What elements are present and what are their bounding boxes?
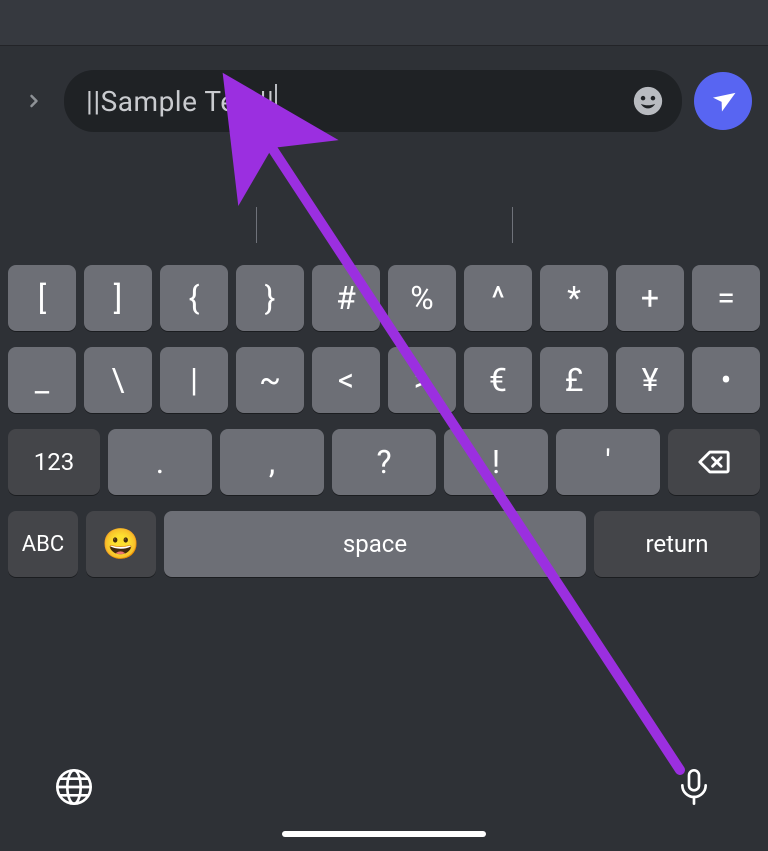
key-brace-open[interactable]: { xyxy=(160,265,228,331)
key-question[interactable]: ? xyxy=(332,429,436,495)
suggestion-divider xyxy=(256,207,257,243)
key-abc[interactable]: ABC xyxy=(8,511,78,577)
key-asterisk[interactable]: * xyxy=(540,265,608,331)
key-greater-than[interactable]: > xyxy=(388,347,456,413)
key-percent[interactable]: % xyxy=(388,265,456,331)
suggestion-divider xyxy=(512,207,513,243)
message-text-value: ||Sample Text|| xyxy=(86,85,274,118)
key-exclaim[interactable]: ! xyxy=(444,429,548,495)
keyboard-row-1: [ ] { } # % ^ * + = xyxy=(0,265,768,331)
key-123[interactable]: 123 xyxy=(8,429,100,495)
key-apostrophe[interactable]: ' xyxy=(556,429,660,495)
key-pipe[interactable]: | xyxy=(160,347,228,413)
key-caret[interactable]: ^ xyxy=(464,265,532,331)
message-text: ||Sample Text|| xyxy=(86,84,628,118)
key-emoji[interactable]: 😀 xyxy=(86,511,156,577)
key-less-than[interactable]: < xyxy=(312,347,380,413)
microphone-icon[interactable] xyxy=(670,763,718,811)
key-backspace[interactable] xyxy=(668,429,760,495)
home-indicator[interactable] xyxy=(282,831,486,837)
key-return[interactable]: return xyxy=(594,511,760,577)
key-plus[interactable]: + xyxy=(616,265,684,331)
key-yen[interactable]: ¥ xyxy=(616,347,684,413)
key-bracket-close[interactable]: ] xyxy=(84,265,152,331)
emoji-picker-icon[interactable] xyxy=(628,81,668,121)
key-equals[interactable]: = xyxy=(692,265,760,331)
keyboard-row-2: _ \ | ~ < > € £ ¥ • xyxy=(0,347,768,413)
key-underscore[interactable]: _ xyxy=(8,347,76,413)
globe-icon[interactable] xyxy=(50,763,98,811)
send-button[interactable] xyxy=(694,72,752,130)
keyboard-bottom-bar xyxy=(0,743,768,851)
key-space[interactable]: space xyxy=(164,511,586,577)
key-brace-close[interactable]: } xyxy=(236,265,304,331)
key-bracket-open[interactable]: [ xyxy=(8,265,76,331)
keyboard: [ ] { } # % ^ * + = _ \ | ~ < > € £ ¥ • … xyxy=(0,185,768,851)
top-gap xyxy=(0,0,768,45)
message-input[interactable]: ||Sample Text|| xyxy=(64,70,682,132)
text-cursor xyxy=(275,84,277,118)
key-tilde[interactable]: ~ xyxy=(236,347,304,413)
key-comma[interactable]: , xyxy=(220,429,324,495)
keyboard-row-3: 123 . , ? ! ' xyxy=(0,429,768,495)
expand-input-icon[interactable] xyxy=(16,83,52,119)
keyboard-row-4: ABC 😀 space return xyxy=(0,511,768,577)
key-period[interactable]: . xyxy=(108,429,212,495)
key-hash[interactable]: # xyxy=(312,265,380,331)
key-pound[interactable]: £ xyxy=(540,347,608,413)
key-euro[interactable]: € xyxy=(464,347,532,413)
message-input-bar: ||Sample Text|| xyxy=(0,46,768,156)
key-backslash[interactable]: \ xyxy=(84,347,152,413)
key-bullet[interactable]: • xyxy=(692,347,760,413)
